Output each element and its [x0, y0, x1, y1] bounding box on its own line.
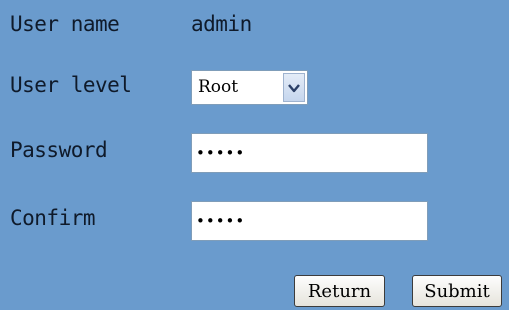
confirm-label: Confirm — [10, 206, 96, 230]
password-field[interactable]: ••••• — [191, 133, 428, 173]
submit-button[interactable]: Submit — [412, 275, 502, 307]
user-level-label: User level — [10, 73, 132, 97]
username-value: admin — [191, 12, 252, 36]
user-level-selected-value: Root — [198, 77, 239, 97]
username-label: User name — [10, 12, 120, 36]
confirm-password-field[interactable]: ••••• — [191, 201, 428, 241]
user-level-select[interactable]: Root — [191, 70, 308, 105]
chevron-down-icon[interactable] — [283, 73, 305, 102]
user-form-panel: User name admin User level Root Password… — [0, 0, 509, 310]
password-label: Password — [10, 138, 108, 162]
return-button[interactable]: Return — [294, 275, 385, 307]
